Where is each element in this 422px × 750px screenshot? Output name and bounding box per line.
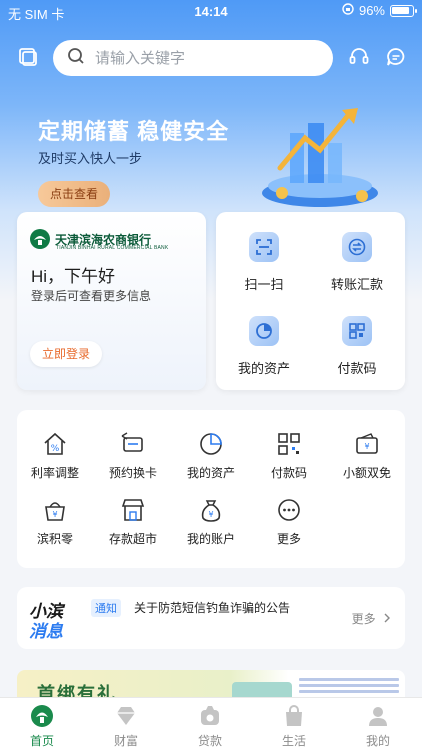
grid-item-small-free[interactable]: ¥ 小额双免 bbox=[331, 430, 403, 481]
grid-label: 我的账户 bbox=[186, 532, 235, 546]
grid-item-binjiling[interactable]: ¥ 滨积零 bbox=[19, 496, 91, 547]
grid-label: 小额双免 bbox=[342, 466, 391, 480]
grid-item-card-swap[interactable]: 预约换卡 bbox=[97, 430, 169, 481]
notice-card[interactable]: 小滨 消息 通知 关于防范短信钓鱼诈骗的公告 更多 bbox=[17, 587, 405, 649]
top-header bbox=[0, 38, 422, 78]
login-button[interactable]: 立即登录 bbox=[30, 341, 102, 367]
loan-icon bbox=[198, 704, 222, 728]
notice-tag: 通知 bbox=[91, 599, 121, 617]
notice-logo-line2: 消息 bbox=[29, 622, 63, 641]
grid-item-my-account[interactable]: ¥ 我的账户 bbox=[175, 496, 247, 547]
tab-home[interactable]: 首页 bbox=[0, 704, 84, 749]
svg-text:%: % bbox=[51, 444, 60, 454]
more-label: 更多 bbox=[351, 612, 376, 626]
search-bar[interactable] bbox=[53, 40, 333, 76]
tab-label: 财富 bbox=[113, 734, 138, 748]
wallet-icon: ¥ bbox=[353, 430, 381, 458]
search-input[interactable] bbox=[95, 49, 315, 67]
promo-text-lines bbox=[299, 678, 399, 696]
battery-percent: 96% bbox=[358, 3, 385, 18]
switch-window-icon[interactable] bbox=[17, 46, 41, 70]
scan-icon bbox=[249, 232, 279, 262]
bottom-tab-bar: 首页 财富 贷款 生活 我的 bbox=[0, 697, 422, 750]
banner-illustration bbox=[250, 98, 380, 213]
more-dots-icon bbox=[275, 496, 303, 524]
grid-label: 存款超市 bbox=[108, 532, 157, 546]
asset-pie-icon bbox=[249, 316, 279, 346]
quick-label: 付款码 bbox=[337, 361, 377, 376]
tab-life[interactable]: 生活 bbox=[252, 704, 336, 749]
grid-label: 滨积零 bbox=[36, 532, 73, 546]
quick-label: 我的资产 bbox=[237, 361, 290, 376]
status-bar: 无 SIM 卡 14:14 96% bbox=[0, 0, 422, 24]
tab-mine[interactable]: 我的 bbox=[336, 704, 420, 749]
qr-code-icon bbox=[275, 430, 303, 458]
login-tip-text: 登录后可查看更多信息 bbox=[31, 289, 152, 303]
rotation-lock-icon bbox=[342, 3, 354, 18]
banner-view-button[interactable]: 点击查看 bbox=[38, 181, 110, 207]
svg-text:¥: ¥ bbox=[364, 442, 369, 451]
home-logo-icon bbox=[30, 704, 54, 728]
bank-emblem-icon bbox=[30, 229, 50, 249]
bank-name-english: TIANJIN BINHAI RURAL COMMERCIAL BANK bbox=[56, 245, 169, 251]
diamond-icon bbox=[114, 704, 138, 728]
pie-chart-icon bbox=[197, 430, 225, 458]
quick-label: 转账汇款 bbox=[330, 277, 383, 292]
money-bag-icon: ¥ bbox=[197, 496, 225, 524]
quick-label: 扫一扫 bbox=[244, 277, 284, 292]
greeting-text: Hi，下午好 bbox=[31, 267, 116, 286]
transfer-icon bbox=[342, 232, 372, 262]
tab-label: 首页 bbox=[29, 734, 54, 748]
svg-text:¥: ¥ bbox=[208, 510, 213, 519]
grid-item-rate[interactable]: % 利率调整 bbox=[19, 430, 91, 481]
banner-title: 定期储蓄 稳健安全 bbox=[38, 119, 230, 144]
grid-label: 我的资产 bbox=[186, 466, 235, 480]
tab-label: 贷款 bbox=[197, 734, 222, 748]
quick-paycode[interactable]: 付款码 bbox=[312, 316, 402, 377]
message-icon[interactable] bbox=[385, 46, 409, 70]
user-icon bbox=[366, 704, 390, 728]
grid-label: 利率调整 bbox=[30, 466, 79, 480]
qr-pay-icon bbox=[342, 316, 372, 346]
grid-item-paycode[interactable]: 付款码 bbox=[253, 430, 325, 481]
quick-assets[interactable]: 我的资产 bbox=[219, 316, 309, 377]
customer-service-icon[interactable] bbox=[348, 46, 372, 70]
svg-text:¥: ¥ bbox=[52, 510, 57, 519]
chevron-right-icon bbox=[384, 613, 390, 623]
quick-transfer[interactable]: 转账汇款 bbox=[312, 232, 402, 293]
tab-label: 生活 bbox=[281, 734, 306, 748]
piggy-basket-icon: ¥ bbox=[41, 496, 69, 524]
shopping-bag-icon bbox=[282, 704, 306, 728]
grid-label: 付款码 bbox=[270, 466, 307, 480]
banner-subtitle: 及时买入快人一步 bbox=[38, 151, 143, 166]
tab-loan[interactable]: 贷款 bbox=[168, 704, 252, 749]
quick-actions-card: 扫一扫 转账汇款 我的资产 付款码 bbox=[216, 212, 405, 390]
notice-text[interactable]: 关于防范短信钓鱼诈骗的公告 bbox=[134, 599, 290, 616]
grid-item-assets[interactable]: 我的资产 bbox=[175, 430, 247, 481]
quick-scan[interactable]: 扫一扫 bbox=[219, 232, 309, 293]
tab-label: 我的 bbox=[365, 734, 390, 748]
rate-house-icon: % bbox=[41, 430, 69, 458]
notice-more-link[interactable]: 更多 bbox=[352, 610, 391, 627]
tab-wealth[interactable]: 财富 bbox=[84, 704, 168, 749]
search-icon bbox=[67, 47, 85, 70]
grid-item-more[interactable]: 更多 bbox=[253, 496, 325, 547]
grid-label: 预约换卡 bbox=[108, 466, 157, 480]
grid-item-deposit-market[interactable]: 存款超市 bbox=[97, 496, 169, 547]
store-icon bbox=[119, 496, 147, 524]
service-grid-card: % 利率调整 预约换卡 我的资产 付款码 ¥ 小额双免 ¥ 滨积零 存款超市 ¥… bbox=[17, 410, 405, 568]
card-swap-icon bbox=[119, 430, 147, 458]
grid-label: 更多 bbox=[276, 532, 301, 546]
battery-icon bbox=[390, 4, 417, 17]
promo-banner[interactable]: 首绑有礼 bbox=[17, 670, 405, 700]
